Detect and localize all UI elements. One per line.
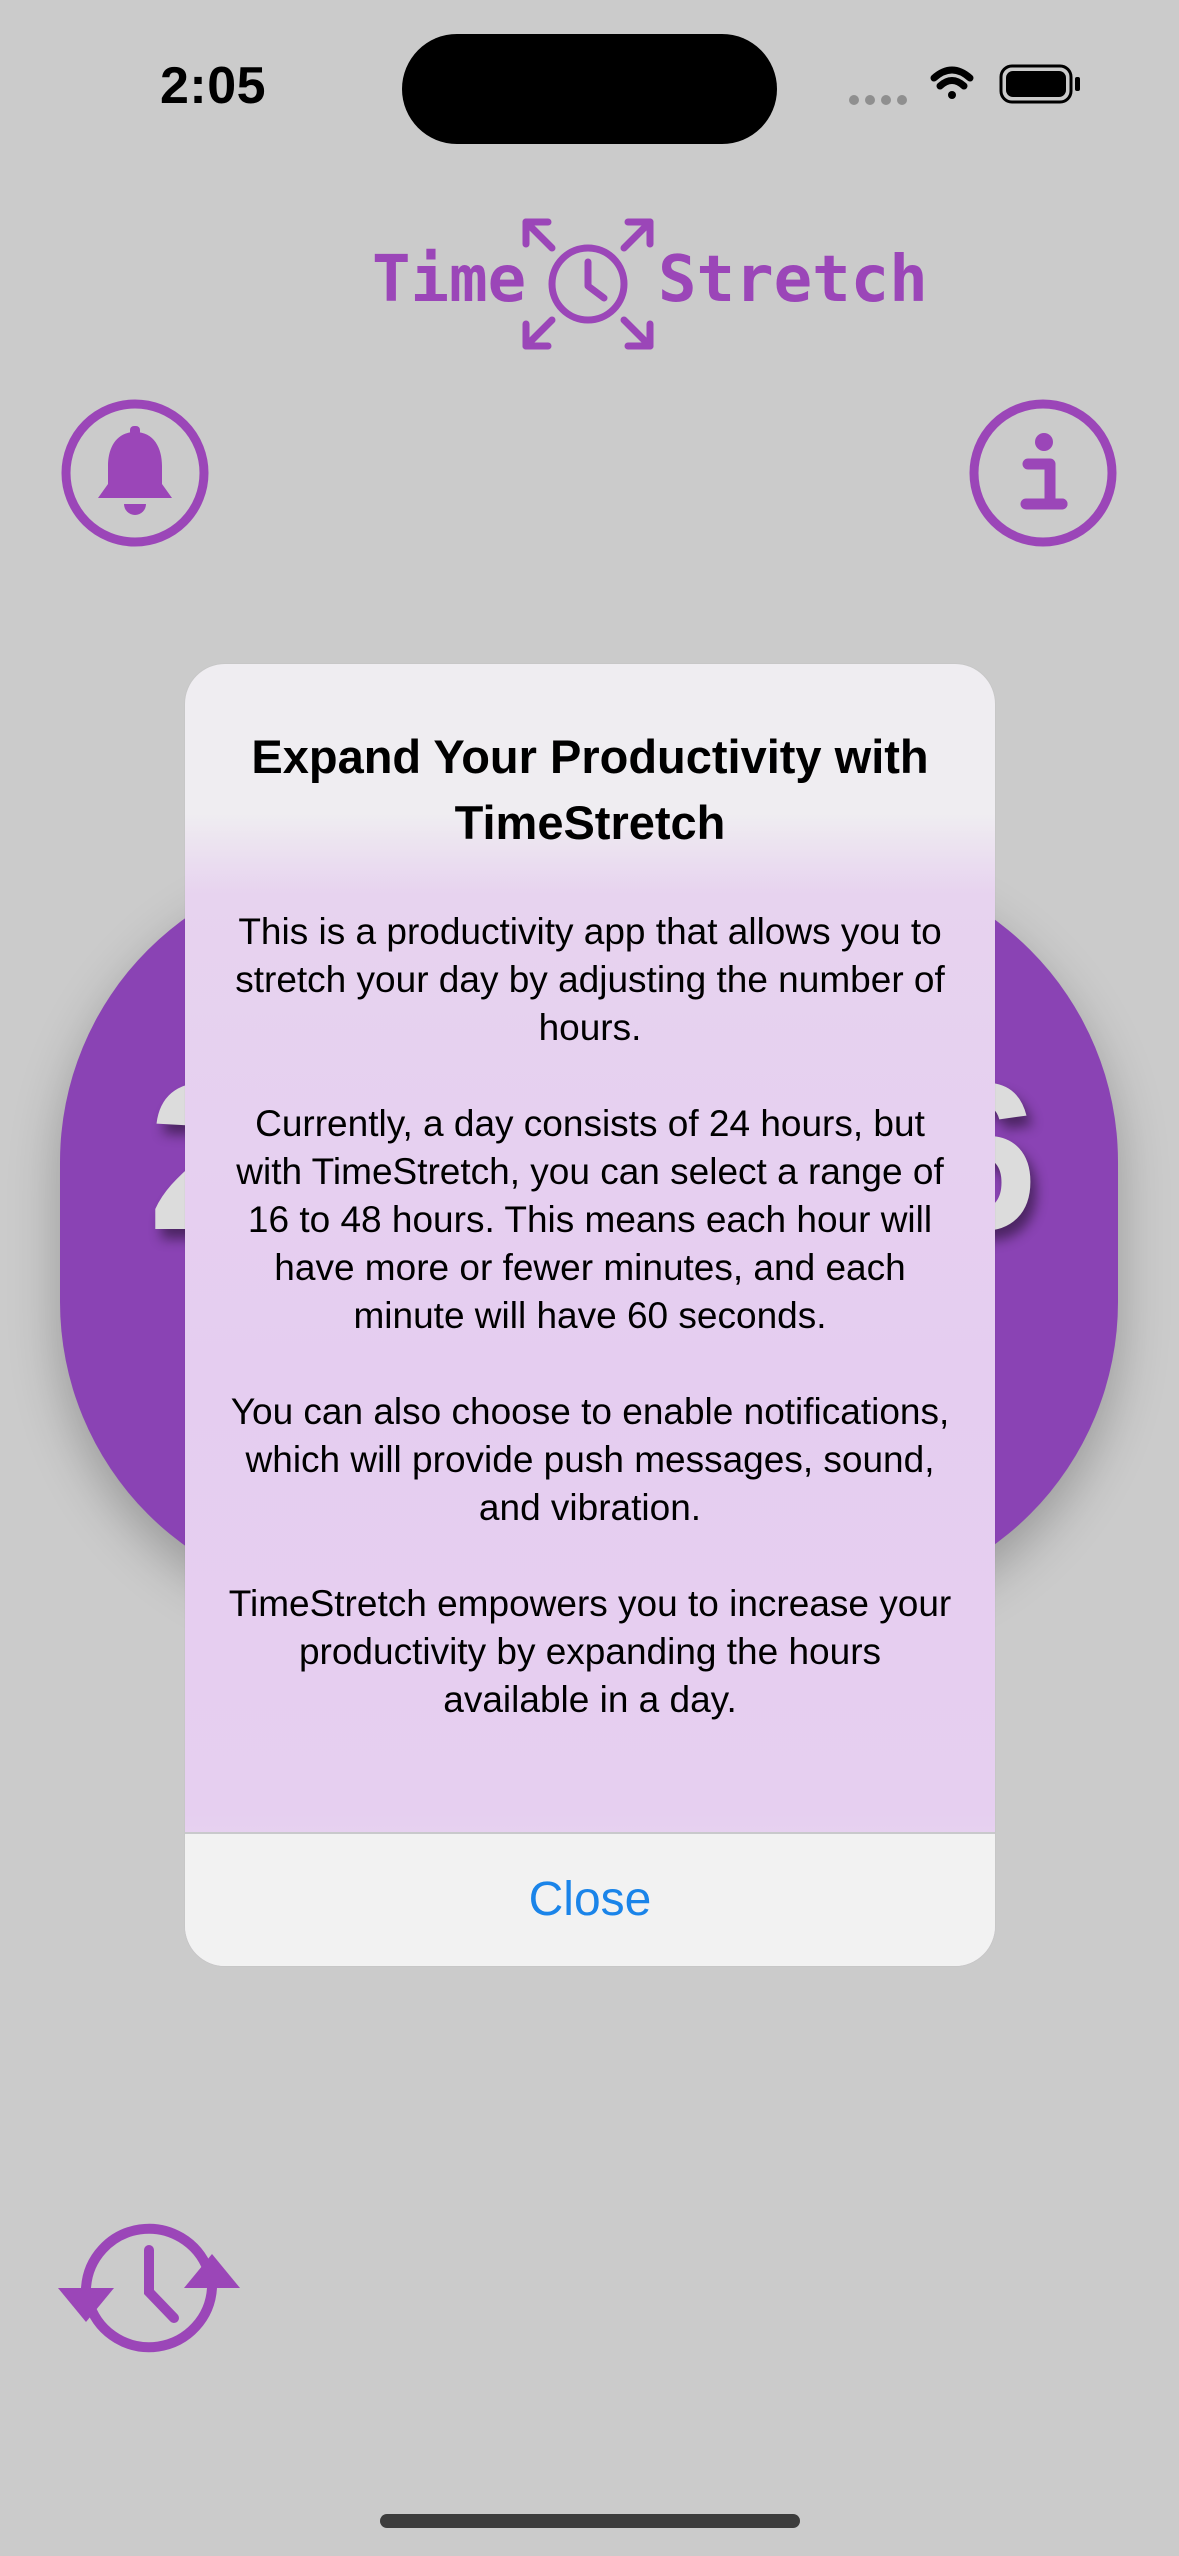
clock-expand-icon — [522, 218, 654, 350]
app-logo: Time Stretch — [372, 210, 928, 360]
alert-paragraph: Currently, a day consists of 24 hours, b… — [236, 1103, 944, 1336]
alert-paragraph: This is a productivity app that allows y… — [235, 911, 945, 1048]
close-button[interactable]: Close — [185, 1834, 995, 1966]
history-button[interactable] — [58, 2210, 240, 2366]
dynamic-island — [402, 34, 777, 144]
status-icons — [846, 62, 1086, 112]
alert-content: Expand Your Productivity with TimeStretc… — [225, 724, 955, 1772]
home-indicator[interactable] — [380, 2514, 800, 2528]
logo-text-stretch: Stretch — [658, 243, 928, 317]
wifi-icon — [930, 66, 974, 99]
status-time: 2:05 — [160, 57, 267, 115]
logo-text-time: Time — [372, 243, 527, 317]
info-button[interactable] — [968, 398, 1118, 548]
info-icon — [969, 399, 1117, 547]
clock-arrows-icon — [58, 2223, 240, 2353]
alert-paragraph: You can also choose to enable notificati… — [230, 1391, 950, 1528]
alert-paragraph: TimeStretch empowers you to increase you… — [228, 1583, 952, 1720]
notifications-button[interactable] — [60, 398, 210, 548]
alert-title: Expand Your Productivity with TimeStretc… — [251, 730, 929, 849]
bell-icon — [61, 399, 209, 547]
battery-icon — [999, 64, 1080, 104]
about-alert: Expand Your Productivity with TimeStretc… — [185, 664, 995, 1966]
signal-dots-icon — [849, 95, 907, 105]
